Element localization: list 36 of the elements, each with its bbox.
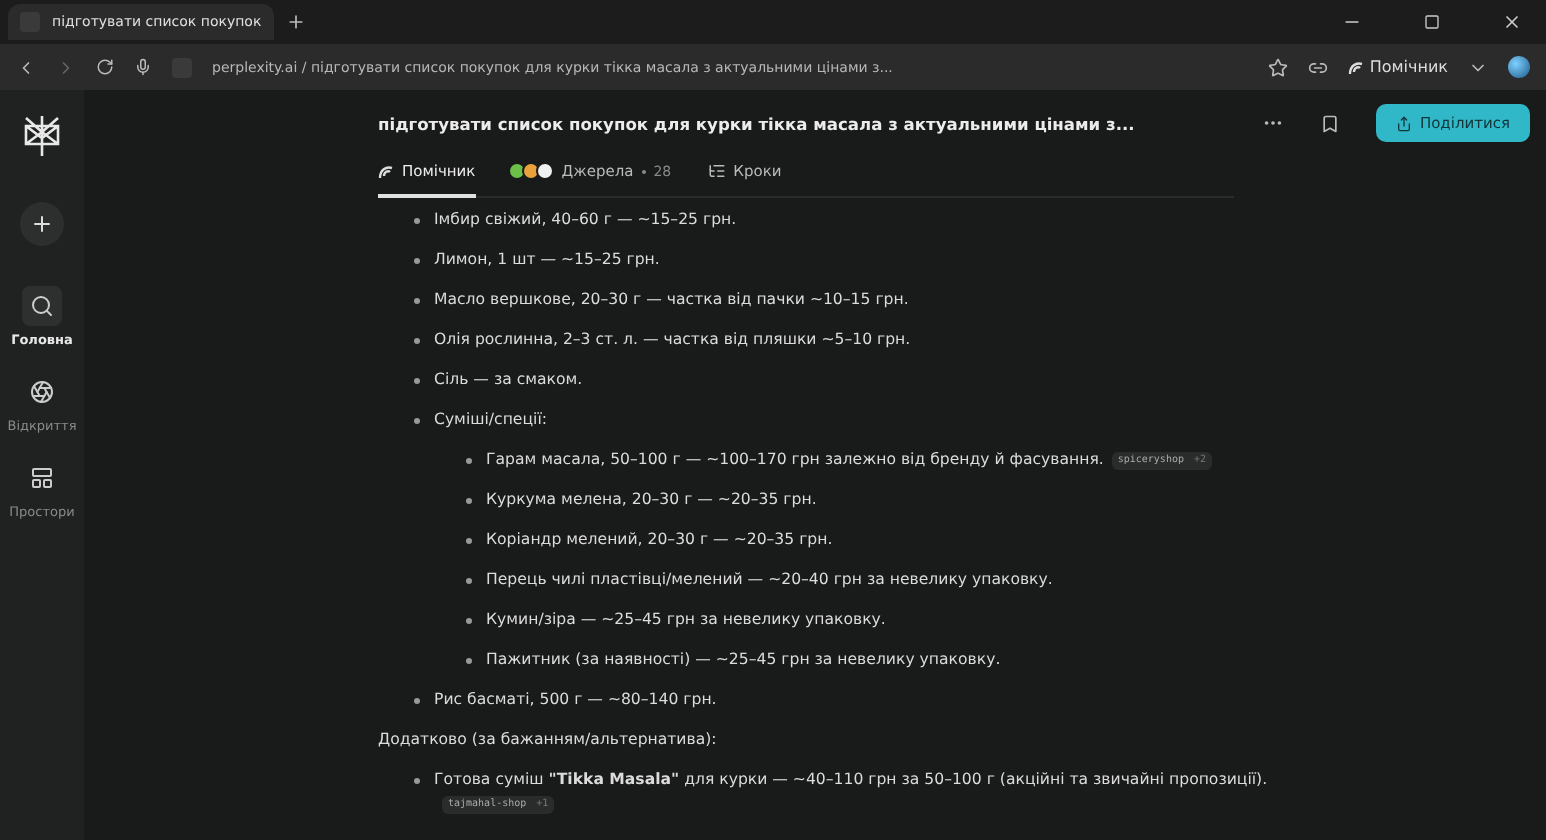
bullet-icon xyxy=(414,378,420,384)
bullet-icon xyxy=(466,498,472,504)
assistant-button[interactable]: Помічник xyxy=(1347,58,1448,76)
steps-icon xyxy=(707,162,726,180)
swirl-icon xyxy=(1347,59,1364,75)
bullet-icon xyxy=(414,698,420,704)
bullet-icon xyxy=(466,658,472,664)
plus-icon xyxy=(30,212,54,236)
star-icon[interactable] xyxy=(1267,57,1288,77)
share-icon xyxy=(1395,115,1412,131)
bullet-icon xyxy=(414,338,420,344)
thread-title: підготувати список покупок для курки тікка масала з актуальними цінами з... xyxy=(378,113,1137,133)
source-favicons-icon xyxy=(511,162,554,180)
maximize-icon[interactable] xyxy=(1424,14,1440,30)
search-icon xyxy=(29,294,54,318)
mic-icon[interactable] xyxy=(134,58,152,76)
bullet-icon xyxy=(466,618,472,624)
logo-icon[interactable] xyxy=(22,114,62,158)
bullet-icon xyxy=(466,458,472,464)
reload-icon[interactable] xyxy=(96,58,114,76)
new-tab-icon[interactable] xyxy=(285,12,306,32)
new-thread-button[interactable] xyxy=(20,202,64,246)
bullet-icon xyxy=(466,538,472,544)
bullet-icon xyxy=(414,778,420,784)
panels-icon xyxy=(30,466,54,490)
bullet-icon xyxy=(466,578,472,584)
bullet-icon xyxy=(414,298,420,304)
close-icon[interactable] xyxy=(1502,12,1522,32)
profile-orb-icon[interactable] xyxy=(1508,56,1530,78)
bookmark-icon[interactable] xyxy=(1319,113,1340,133)
bullet-icon xyxy=(414,218,420,224)
link-icon[interactable] xyxy=(1307,57,1328,77)
bullet-icon xyxy=(414,418,420,424)
bullet-icon xyxy=(414,258,420,264)
swirl-icon xyxy=(378,163,394,179)
aperture-icon xyxy=(30,380,54,404)
